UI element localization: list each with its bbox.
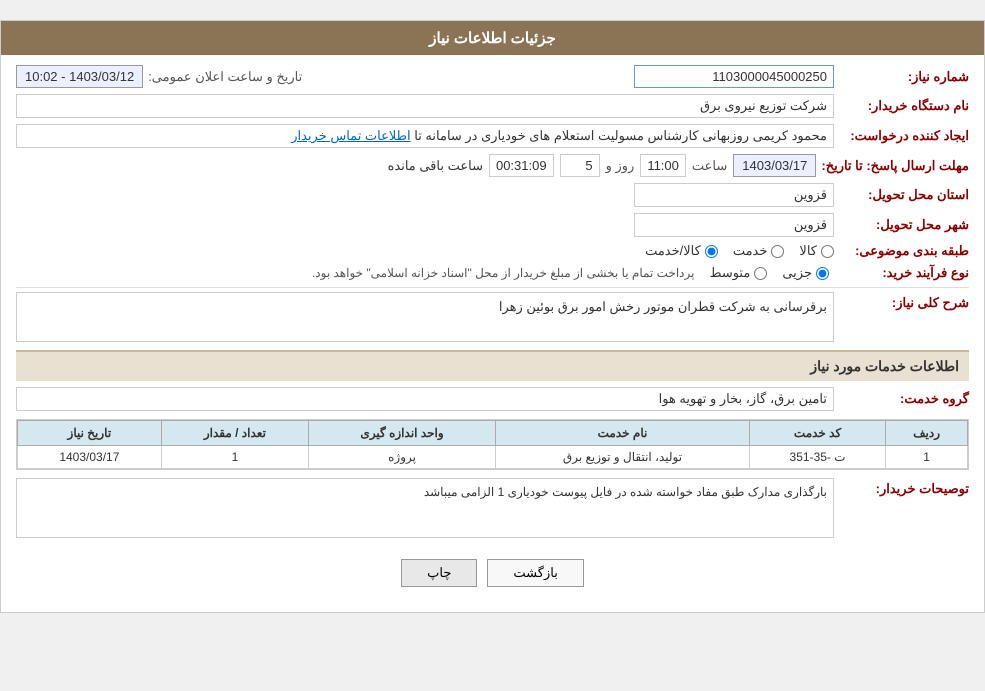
radio-jazvi-item: جزیی <box>782 265 829 281</box>
col-vahad: واحد اندازه گیری <box>309 421 496 446</box>
radio-khadamat-item: خدمت <box>733 243 785 259</box>
khadamat-section-header: اطلاعات خدمات مورد نیاز <box>16 350 969 381</box>
table-cell-2: تولید، انتقال و توزیع برق <box>496 446 750 469</box>
sharh-niaz-text: برقرسانی به شرکت قطران موتور رخش امور بر… <box>499 299 827 314</box>
naam-dastgah-row: نام دستگاه خریدار: شرکت توزیع نیروی برق <box>16 94 969 118</box>
shomara-niaz-label: شماره نیاز: <box>839 69 969 85</box>
ijad-row: ایجاد کننده درخواست: محمود کریمی روزبهان… <box>16 124 969 148</box>
radio-jazvi[interactable] <box>816 267 829 280</box>
radio-kala-item: کالا <box>799 243 834 259</box>
col-tarikh: تاریخ نیاز <box>18 421 162 446</box>
mohlet-fields: 1403/03/17 ساعت 11:00 روز و 5 00:31:09 س… <box>16 154 816 177</box>
radio-motawaset[interactable] <box>754 267 767 280</box>
page-header: جزئیات اطلاعات نیاز <box>1 21 984 55</box>
ijad-text: محمود کریمی روزبهانی کارشناس مسولیت استع… <box>414 128 827 143</box>
buyer-notes-value: بارگذاری مدارک طبق مفاد خواسته شده در فا… <box>16 478 834 538</box>
mohlet-date: 1403/03/17 <box>733 154 816 177</box>
process-desc: پرداخت تمام یا بخشی از مبلغ خریدار از مح… <box>312 266 695 280</box>
mohlet-day-label: روز و <box>606 158 635 174</box>
col-kod: کد خدمت <box>749 421 885 446</box>
services-table: ردیف کد خدمت نام خدمت واحد اندازه گیری ت… <box>17 420 968 469</box>
mohlet-row: مهلت ارسال پاسخ: تا تاریخ: 1403/03/17 سا… <box>16 154 969 177</box>
ostan-label: استان محل تحویل: <box>839 187 969 203</box>
main-content: شماره نیاز: 1103000045000250 تاریخ و ساع… <box>1 55 984 612</box>
shahr-label: شهر محل تحویل: <box>839 217 969 233</box>
radio-kala-khadamat-item: کالا/خدمت <box>645 243 718 259</box>
mohlet-remaining-label: ساعت باقی مانده <box>388 158 483 174</box>
ostan-row: استان محل تحویل: قزوین <box>16 183 969 207</box>
col-radif: ردیف <box>886 421 968 446</box>
shomara-announce-row: شماره نیاز: 1103000045000250 تاریخ و ساع… <box>16 65 969 88</box>
print-button[interactable]: چاپ <box>401 559 477 587</box>
col-tedad: تعداد / مقدار <box>161 421 308 446</box>
gorohe-khadamat-label: گروه خدمت: <box>839 391 969 407</box>
buttons-row: بازگشت چاپ <box>16 544 969 602</box>
shomara-niaz-value: 1103000045000250 <box>634 65 834 88</box>
mohlet-label: مهلت ارسال پاسخ: تا تاریخ: <box>821 158 969 174</box>
shahr-value: قزوین <box>634 213 834 237</box>
table-row: 1ت -35-351تولید، انتقال و توزیع برقپروژه… <box>18 446 968 469</box>
tabaghe-row: طبقه بندی موضوعی: کالا خدمت کالا/خدمت <box>16 243 969 259</box>
radio-jazvi-label: جزیی <box>782 265 812 281</box>
page-container: جزئیات اطلاعات نیاز شماره نیاز: 11030000… <box>0 20 985 613</box>
radio-khadamat-label: خدمت <box>733 243 768 259</box>
table-cell-3: پروژه <box>309 446 496 469</box>
buyer-notes-row: توصیحات خریدار: بارگذاری مدارک طبق مفاد … <box>16 478 969 538</box>
sharh-niaz-value: برقرسانی به شرکت قطران موتور رخش امور بر… <box>16 292 834 342</box>
services-table-container: ردیف کد خدمت نام خدمت واحد اندازه گیری ت… <box>16 419 969 470</box>
naam-dastgah-value: شرکت توزیع نیروی برق <box>16 94 834 118</box>
sharh-niaz-label: شرح کلی نیاز: <box>839 292 969 311</box>
mohlet-time: 11:00 <box>640 154 686 177</box>
page-title: جزئیات اطلاعات نیاز <box>429 30 556 47</box>
ijad-link[interactable]: اطلاعات تماس خریدار <box>291 128 410 143</box>
back-button[interactable]: بازگشت <box>487 559 583 587</box>
mohlet-remaining: 00:31:09 <box>489 154 554 177</box>
table-cell-1: ت -35-351 <box>749 446 885 469</box>
process-row: نوع فرآیند خرید: جزیی متوسط پرداخت تمام … <box>16 265 969 281</box>
table-cell-5: 1403/03/17 <box>18 446 162 469</box>
table-cell-0: 1 <box>886 446 968 469</box>
divider1 <box>16 287 969 288</box>
radio-motawaset-label: متوسط <box>709 265 750 281</box>
gorohe-khadamat-value: تامین برق، گاز، بخار و تهویه هوا <box>16 387 834 411</box>
sharh-niaz-row: شرح کلی نیاز: برقرسانی به شرکت قطران موت… <box>16 292 969 342</box>
radio-kala-khadamat[interactable] <box>705 245 718 258</box>
mohlet-days: 5 <box>560 154 600 177</box>
radio-kala-label: کالا <box>799 243 817 259</box>
table-header-row: ردیف کد خدمت نام خدمت واحد اندازه گیری ت… <box>18 421 968 446</box>
tabaghe-label: طبقه بندی موضوعی: <box>839 243 969 259</box>
radio-kala[interactable] <box>821 245 834 258</box>
shahr-row: شهر محل تحویل: قزوین <box>16 213 969 237</box>
radio-khadamat[interactable] <box>771 245 784 258</box>
radio-motawaset-item: متوسط <box>709 265 767 281</box>
buyer-notes-label: توصیحات خریدار: <box>839 478 969 497</box>
naam-dastgah-label: نام دستگاه خریدار: <box>839 98 969 114</box>
announce-value: 1403/03/12 - 10:02 <box>16 65 143 88</box>
ijad-value: محمود کریمی روزبهانی کارشناس مسولیت استع… <box>16 124 834 148</box>
type-label: نوع فرآیند خرید: <box>839 265 969 281</box>
radio-kala-khadamat-label: کالا/خدمت <box>645 243 701 259</box>
mohlet-time-label: ساعت <box>692 158 727 174</box>
tabaghe-radio-group: کالا خدمت کالا/خدمت <box>645 243 834 259</box>
table-cell-4: 1 <box>161 446 308 469</box>
gorohe-khadamat-row: گروه خدمت: تامین برق، گاز، بخار و تهویه … <box>16 387 969 411</box>
buyer-notes-text: بارگذاری مدارک طبق مفاد خواسته شده در فا… <box>424 485 827 499</box>
col-naam: نام خدمت <box>496 421 750 446</box>
ostan-value: قزوین <box>634 183 834 207</box>
announce-label: تاریخ و ساعت اعلان عمومی: <box>148 69 302 85</box>
ijad-label: ایجاد کننده درخواست: <box>839 128 969 144</box>
type-radio-group: جزیی متوسط پرداخت تمام یا بخشی از مبلغ خ… <box>312 265 829 281</box>
